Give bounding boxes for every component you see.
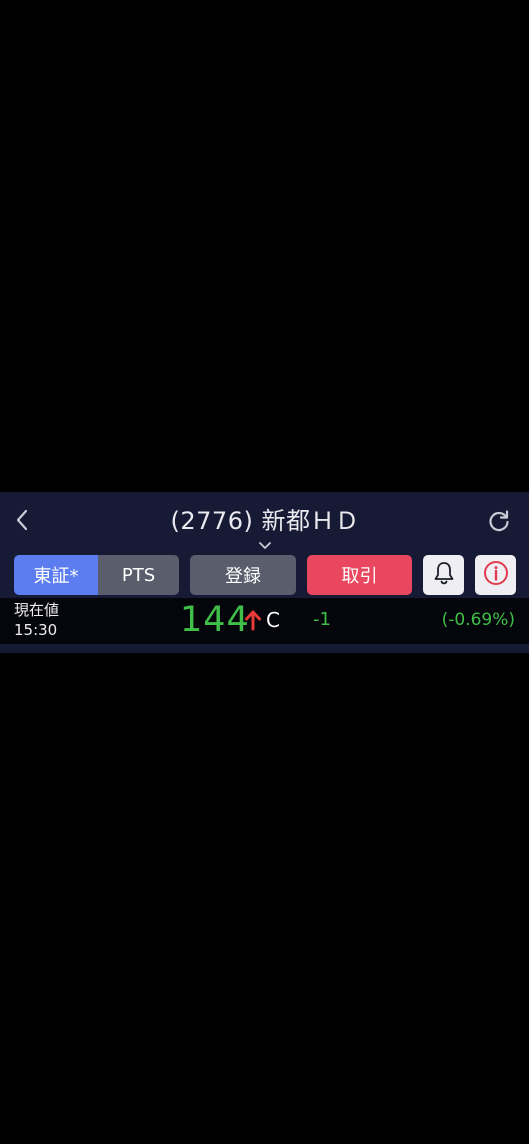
page-title[interactable]: (2776) 新都ＨＤ bbox=[90, 506, 440, 536]
action-toolbar: 東証* PTS 登録 取引 bbox=[0, 552, 529, 598]
tab-tosho[interactable]: 東証* bbox=[14, 555, 98, 595]
back-button[interactable] bbox=[8, 504, 36, 540]
quote-row: 現在値 15:30 144 C -1 (-0.69%) bbox=[0, 598, 529, 644]
tab-pts[interactable]: PTS bbox=[98, 555, 179, 595]
info-icon bbox=[482, 559, 510, 592]
info-button[interactable] bbox=[475, 555, 516, 595]
register-button[interactable]: 登録 bbox=[190, 555, 296, 595]
refresh-button[interactable] bbox=[484, 508, 514, 538]
chevron-left-icon bbox=[14, 508, 30, 536]
current-price-label: 現在値 bbox=[14, 601, 60, 619]
refresh-icon bbox=[486, 508, 512, 538]
bell-icon bbox=[432, 560, 456, 591]
quote-time: 15:30 bbox=[14, 621, 58, 639]
price-change-percent: (-0.69%) bbox=[441, 610, 515, 630]
bottom-divider bbox=[0, 644, 529, 653]
navigation-bar: (2776) 新都ＨＤ bbox=[0, 492, 529, 552]
up-arrow-icon bbox=[244, 609, 262, 631]
trade-button[interactable]: 取引 bbox=[307, 555, 412, 595]
chevron-down-icon[interactable] bbox=[257, 536, 273, 549]
alert-button[interactable] bbox=[423, 555, 464, 595]
screen: (2776) 新都ＨＤ 東証* PTS 登録 取引 現在値 15:30 144 … bbox=[0, 0, 529, 1144]
current-price: 144 bbox=[180, 600, 250, 640]
close-flag: C bbox=[266, 608, 280, 632]
price-change: -1 bbox=[313, 609, 331, 630]
